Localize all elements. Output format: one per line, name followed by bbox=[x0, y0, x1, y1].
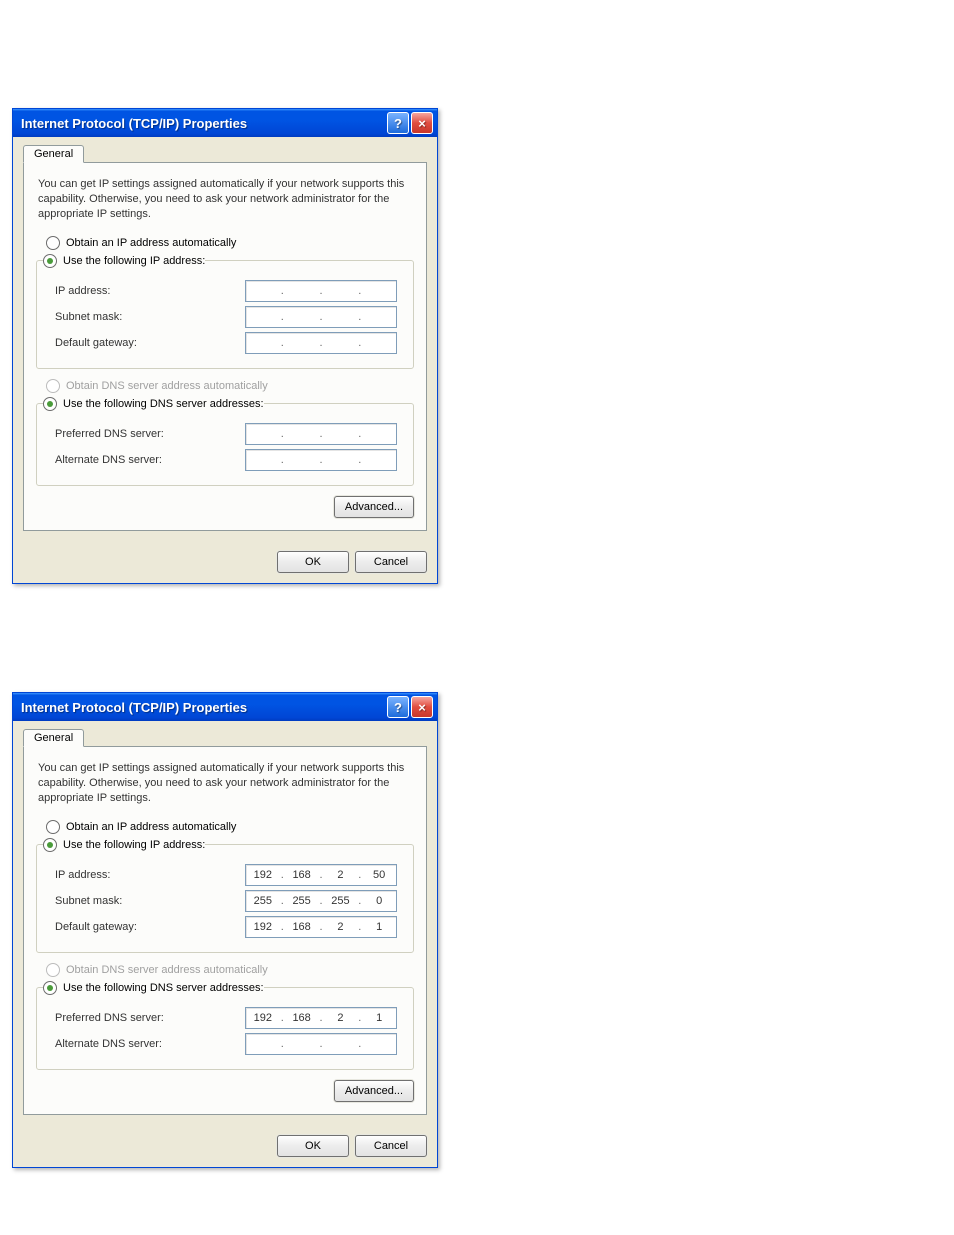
radio-icon bbox=[43, 254, 57, 268]
radio-use-dns[interactable]: Use the following DNS server addresses: bbox=[43, 981, 264, 995]
field-subnet-mask: Subnet mask: . . . bbox=[47, 306, 403, 328]
advanced-button[interactable]: Advanced... bbox=[334, 496, 414, 518]
tab-general[interactable]: General bbox=[23, 145, 84, 163]
ok-button[interactable]: OK bbox=[277, 551, 349, 573]
description-text: You can get IP settings assigned automat… bbox=[38, 761, 412, 806]
radio-use-dns[interactable]: Use the following DNS server addresses: bbox=[43, 397, 264, 411]
advanced-button[interactable]: Advanced... bbox=[334, 1080, 414, 1102]
window-title: Internet Protocol (TCP/IP) Properties bbox=[21, 116, 385, 131]
radio-obtain-ip[interactable]: Obtain an IP address automatically bbox=[46, 820, 414, 834]
label-alternate-dns: Alternate DNS server: bbox=[47, 454, 245, 466]
field-alternate-dns: Alternate DNS server: . . . bbox=[47, 1033, 403, 1055]
input-default-gateway[interactable]: . . . bbox=[245, 332, 397, 354]
radio-icon bbox=[43, 397, 57, 411]
radio-label: Obtain DNS server address automatically bbox=[66, 380, 268, 392]
field-preferred-dns: Preferred DNS server: 192. 168. 2. 1 bbox=[47, 1007, 403, 1029]
dialog-body: General You can get IP settings assigned… bbox=[13, 721, 437, 1125]
radio-icon bbox=[46, 820, 60, 834]
input-alternate-dns[interactable]: . . . bbox=[245, 1033, 397, 1055]
radio-label: Use the following IP address: bbox=[63, 255, 205, 267]
ok-button[interactable]: OK bbox=[277, 1135, 349, 1157]
ip-address-group: Use the following IP address: IP address… bbox=[36, 838, 414, 953]
tcpip-properties-dialog: Internet Protocol (TCP/IP) Properties ? … bbox=[12, 108, 438, 584]
field-default-gateway: Default gateway: 192. 168. 2. 1 bbox=[47, 916, 403, 938]
label-subnet-mask: Subnet mask: bbox=[47, 895, 245, 907]
radio-use-ip[interactable]: Use the following IP address: bbox=[43, 838, 205, 852]
ip-address-group: Use the following IP address: IP address… bbox=[36, 254, 414, 369]
radio-icon bbox=[43, 838, 57, 852]
input-alternate-dns[interactable]: . . . bbox=[245, 449, 397, 471]
radio-obtain-dns: Obtain DNS server address automatically bbox=[46, 963, 414, 977]
label-ip-address: IP address: bbox=[47, 869, 245, 881]
input-ip-address[interactable]: . . . bbox=[245, 280, 397, 302]
titlebar[interactable]: Internet Protocol (TCP/IP) Properties ? … bbox=[13, 693, 437, 721]
radio-label: Use the following DNS server addresses: bbox=[63, 982, 264, 994]
radio-label: Use the following IP address: bbox=[63, 839, 205, 851]
footer: OK Cancel bbox=[13, 541, 437, 583]
input-default-gateway[interactable]: 192. 168. 2. 1 bbox=[245, 916, 397, 938]
field-alternate-dns: Alternate DNS server: . . . bbox=[47, 449, 403, 471]
close-icon[interactable]: × bbox=[411, 112, 433, 134]
field-ip-address: IP address: 192. 168. 2. 50 bbox=[47, 864, 403, 886]
radio-icon bbox=[46, 379, 60, 393]
help-icon[interactable]: ? bbox=[387, 696, 409, 718]
input-ip-address[interactable]: 192. 168. 2. 50 bbox=[245, 864, 397, 886]
tab-panel: You can get IP settings assigned automat… bbox=[23, 162, 427, 531]
radio-icon bbox=[43, 981, 57, 995]
label-alternate-dns: Alternate DNS server: bbox=[47, 1038, 245, 1050]
titlebar[interactable]: Internet Protocol (TCP/IP) Properties ? … bbox=[13, 109, 437, 137]
radio-icon bbox=[46, 963, 60, 977]
field-ip-address: IP address: . . . bbox=[47, 280, 403, 302]
radio-obtain-dns: Obtain DNS server address automatically bbox=[46, 379, 414, 393]
radio-label: Use the following DNS server addresses: bbox=[63, 398, 264, 410]
field-preferred-dns: Preferred DNS server: . . . bbox=[47, 423, 403, 445]
window-title: Internet Protocol (TCP/IP) Properties bbox=[21, 700, 385, 715]
tabstrip: General bbox=[23, 729, 427, 747]
help-icon[interactable]: ? bbox=[387, 112, 409, 134]
input-subnet-mask[interactable]: 255. 255. 255. 0 bbox=[245, 890, 397, 912]
tabstrip: General bbox=[23, 145, 427, 163]
radio-label: Obtain an IP address automatically bbox=[66, 237, 236, 249]
cancel-button[interactable]: Cancel bbox=[355, 1135, 427, 1157]
radio-icon bbox=[46, 236, 60, 250]
input-preferred-dns[interactable]: . . . bbox=[245, 423, 397, 445]
input-preferred-dns[interactable]: 192. 168. 2. 1 bbox=[245, 1007, 397, 1029]
tcpip-properties-dialog: Internet Protocol (TCP/IP) Properties ? … bbox=[12, 692, 438, 1168]
label-default-gateway: Default gateway: bbox=[47, 337, 245, 349]
advanced-row: Advanced... bbox=[36, 496, 414, 518]
footer: OK Cancel bbox=[13, 1125, 437, 1167]
close-icon[interactable]: × bbox=[411, 696, 433, 718]
radio-label: Obtain an IP address automatically bbox=[66, 821, 236, 833]
cancel-button[interactable]: Cancel bbox=[355, 551, 427, 573]
label-subnet-mask: Subnet mask: bbox=[47, 311, 245, 323]
radio-label: Obtain DNS server address automatically bbox=[66, 964, 268, 976]
label-ip-address: IP address: bbox=[47, 285, 245, 297]
dns-address-group: Use the following DNS server addresses: … bbox=[36, 397, 414, 486]
radio-use-ip[interactable]: Use the following IP address: bbox=[43, 254, 205, 268]
dialog-body: General You can get IP settings assigned… bbox=[13, 137, 437, 541]
description-text: You can get IP settings assigned automat… bbox=[38, 177, 412, 222]
label-preferred-dns: Preferred DNS server: bbox=[47, 428, 245, 440]
radio-obtain-ip[interactable]: Obtain an IP address automatically bbox=[46, 236, 414, 250]
dns-address-group: Use the following DNS server addresses: … bbox=[36, 981, 414, 1070]
advanced-row: Advanced... bbox=[36, 1080, 414, 1102]
tab-panel: You can get IP settings assigned automat… bbox=[23, 746, 427, 1115]
field-default-gateway: Default gateway: . . . bbox=[47, 332, 403, 354]
field-subnet-mask: Subnet mask: 255. 255. 255. 0 bbox=[47, 890, 403, 912]
input-subnet-mask[interactable]: . . . bbox=[245, 306, 397, 328]
label-preferred-dns: Preferred DNS server: bbox=[47, 1012, 245, 1024]
label-default-gateway: Default gateway: bbox=[47, 921, 245, 933]
tab-general[interactable]: General bbox=[23, 729, 84, 747]
